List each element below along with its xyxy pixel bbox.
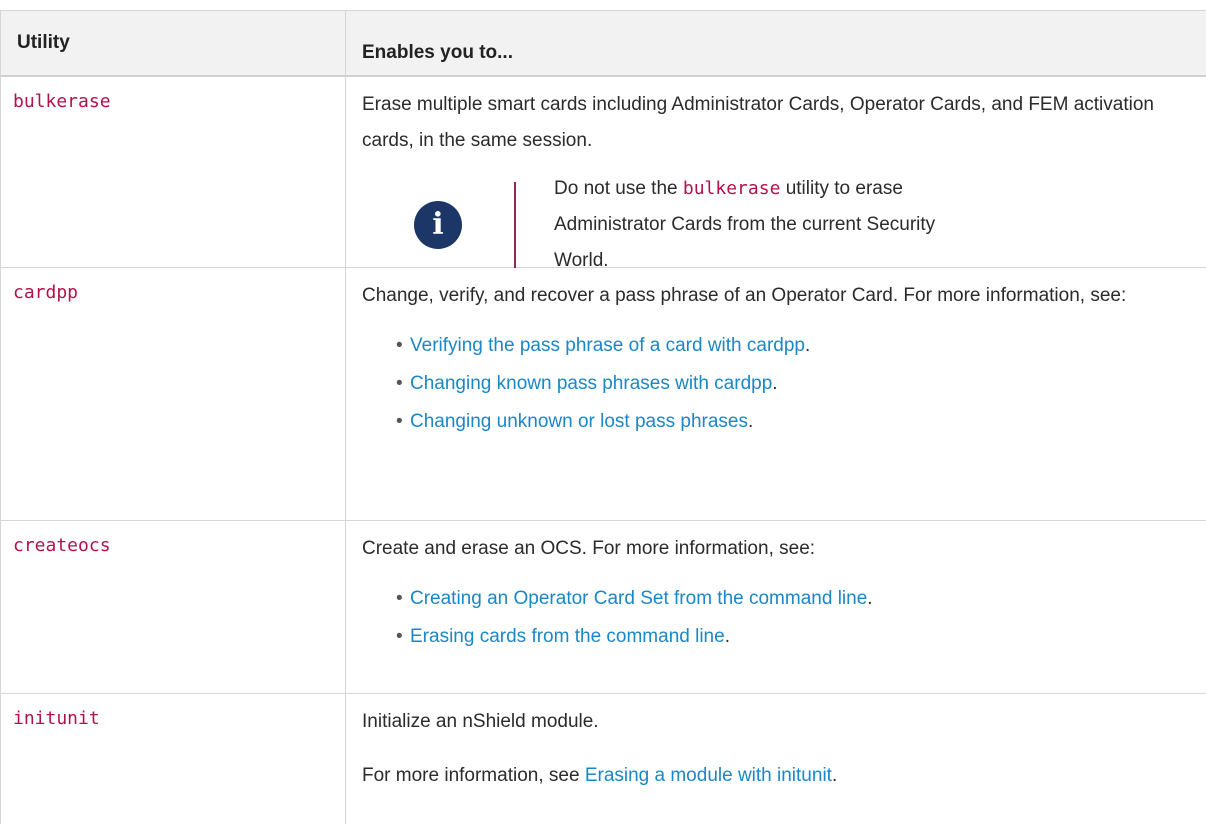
utilities-table: Utility Enables you to... bulkerase Eras… bbox=[0, 10, 1206, 824]
table-row-createocs: createocs Create and erase an OCS. For m… bbox=[0, 521, 1206, 694]
link-erase-cards[interactable]: Erasing cards from the command line bbox=[410, 626, 725, 647]
utility-name: initunit bbox=[13, 708, 100, 729]
link-change-known-pass-phrases[interactable]: Changing known pass phrases with cardpp bbox=[410, 373, 772, 394]
list-item: • Changing unknown or lost pass phrases. bbox=[396, 411, 754, 432]
link-erase-module[interactable]: Erasing a module with initunit bbox=[585, 765, 832, 786]
note-text: Do not use the bulkerase utility to eras… bbox=[554, 178, 936, 271]
utility-name: cardpp bbox=[13, 282, 79, 303]
table-row-initunit: initunit Initialize an nShield module. F… bbox=[0, 694, 1206, 824]
table-row-cardpp: cardpp Change, verify, and recover a pas… bbox=[0, 268, 1206, 521]
link-create-ocs[interactable]: Creating an Operator Card Set from the c… bbox=[410, 588, 867, 609]
info-icon: i bbox=[414, 201, 462, 249]
table-header-row: Utility Enables you to... bbox=[0, 11, 1206, 77]
header-enables: Enables you to... bbox=[362, 42, 513, 63]
utility-name: createocs bbox=[13, 535, 111, 556]
utility-description: Create and erase an OCS. For more inform… bbox=[362, 538, 816, 559]
list-item: • Verifying the pass phrase of a card wit… bbox=[396, 335, 811, 356]
utility-description: Initialize an nShield module. bbox=[362, 711, 599, 732]
utility-description: Erase multiple smart cards including Adm… bbox=[362, 94, 1154, 151]
utility-name: bulkerase bbox=[13, 91, 111, 112]
utility-description: Change, verify, and recover a pass phras… bbox=[362, 285, 1127, 306]
list-item: • Erasing cards from the command line. bbox=[396, 626, 730, 647]
link-change-unknown-pass-phrases[interactable]: Changing unknown or lost pass phrases bbox=[410, 411, 748, 432]
header-utility: Utility bbox=[0, 11, 346, 75]
link-list: • Verifying the pass phrase of a card wit… bbox=[362, 328, 1206, 440]
table-row-bulkerase: bulkerase Erase multiple smart cards inc… bbox=[0, 77, 1206, 271]
link-verify-pass-phrase[interactable]: Verifying the pass phrase of a card with… bbox=[410, 335, 805, 356]
more-info: For more information, see Erasing a modu… bbox=[362, 765, 838, 786]
list-item: • Changing known pass phrases with cardpp… bbox=[396, 373, 778, 394]
list-item: • Creating an Operator Card Set from the … bbox=[396, 588, 873, 609]
note-code: bulkerase bbox=[682, 178, 781, 199]
link-list: • Creating an Operator Card Set from the … bbox=[362, 581, 1206, 655]
note-divider bbox=[514, 182, 516, 268]
